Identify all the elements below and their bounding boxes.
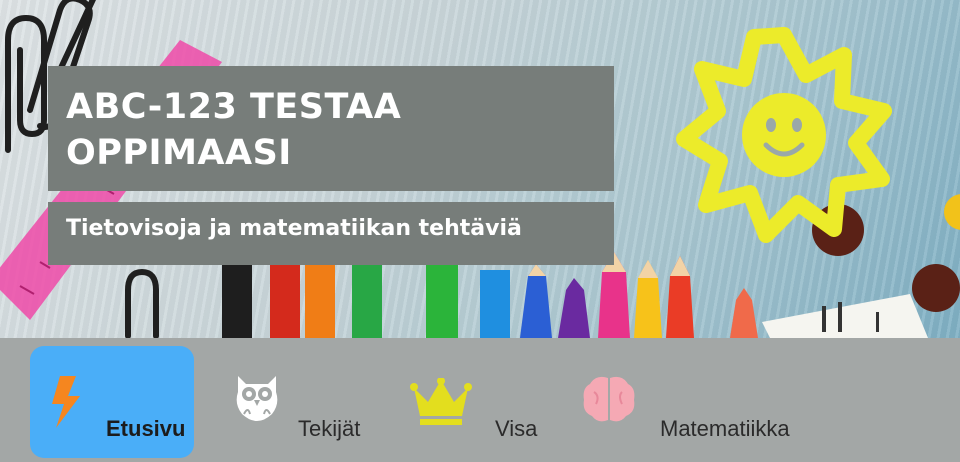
page-title: ABC-123 TESTAA OPPIMAASI: [66, 87, 402, 173]
nav-label: Visa: [495, 416, 538, 441]
nav-item-matematiikka[interactable]: Matematiikka: [578, 346, 828, 458]
crown-icon: [410, 378, 472, 425]
nav-item-tekijat[interactable]: Tekijät: [226, 346, 376, 458]
nav-label: Tekijät: [298, 416, 361, 441]
nav-label: Etusivu: [106, 416, 186, 441]
lightning-icon: [52, 376, 80, 428]
page-subtitle: Tietovisoja ja matematiikan tehtäviä: [66, 216, 522, 241]
hero-banner: ABC-123 TESTAA OPPIMAASI Tietovisoja ja …: [0, 0, 960, 338]
nav-item-visa[interactable]: Visa: [408, 346, 548, 458]
owl-icon: [236, 376, 278, 421]
main-navigation: Etusivu Tekijät Visa Matematiikka: [0, 338, 960, 462]
title-box: ABC-123 TESTAA OPPIMAASI: [48, 66, 614, 191]
subtitle-box: Tietovisoja ja matematiikan tehtäviä: [48, 202, 614, 265]
nav-label: Matematiikka: [660, 416, 790, 441]
nav-item-etusivu[interactable]: Etusivu: [30, 346, 194, 458]
brain-icon: [583, 376, 635, 422]
